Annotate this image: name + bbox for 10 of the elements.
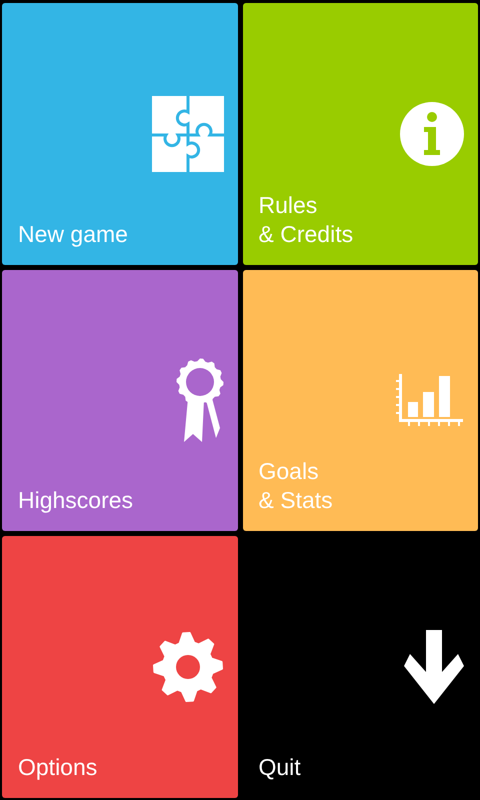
info-icon (400, 102, 464, 166)
settings-icon (152, 631, 224, 704)
menu-tile[interactable]: Rules & Credits (242, 3, 478, 265)
menu-tile[interactable]: Highscores (2, 270, 238, 532)
bar-chart-icon (396, 372, 464, 428)
menu-tile[interactable]: Options (2, 536, 238, 798)
menu-tile[interactable]: New game (2, 3, 238, 265)
down-arrow-icon (404, 630, 464, 704)
ribbon-icon (176, 358, 224, 442)
puzzle-icon (152, 96, 224, 172)
